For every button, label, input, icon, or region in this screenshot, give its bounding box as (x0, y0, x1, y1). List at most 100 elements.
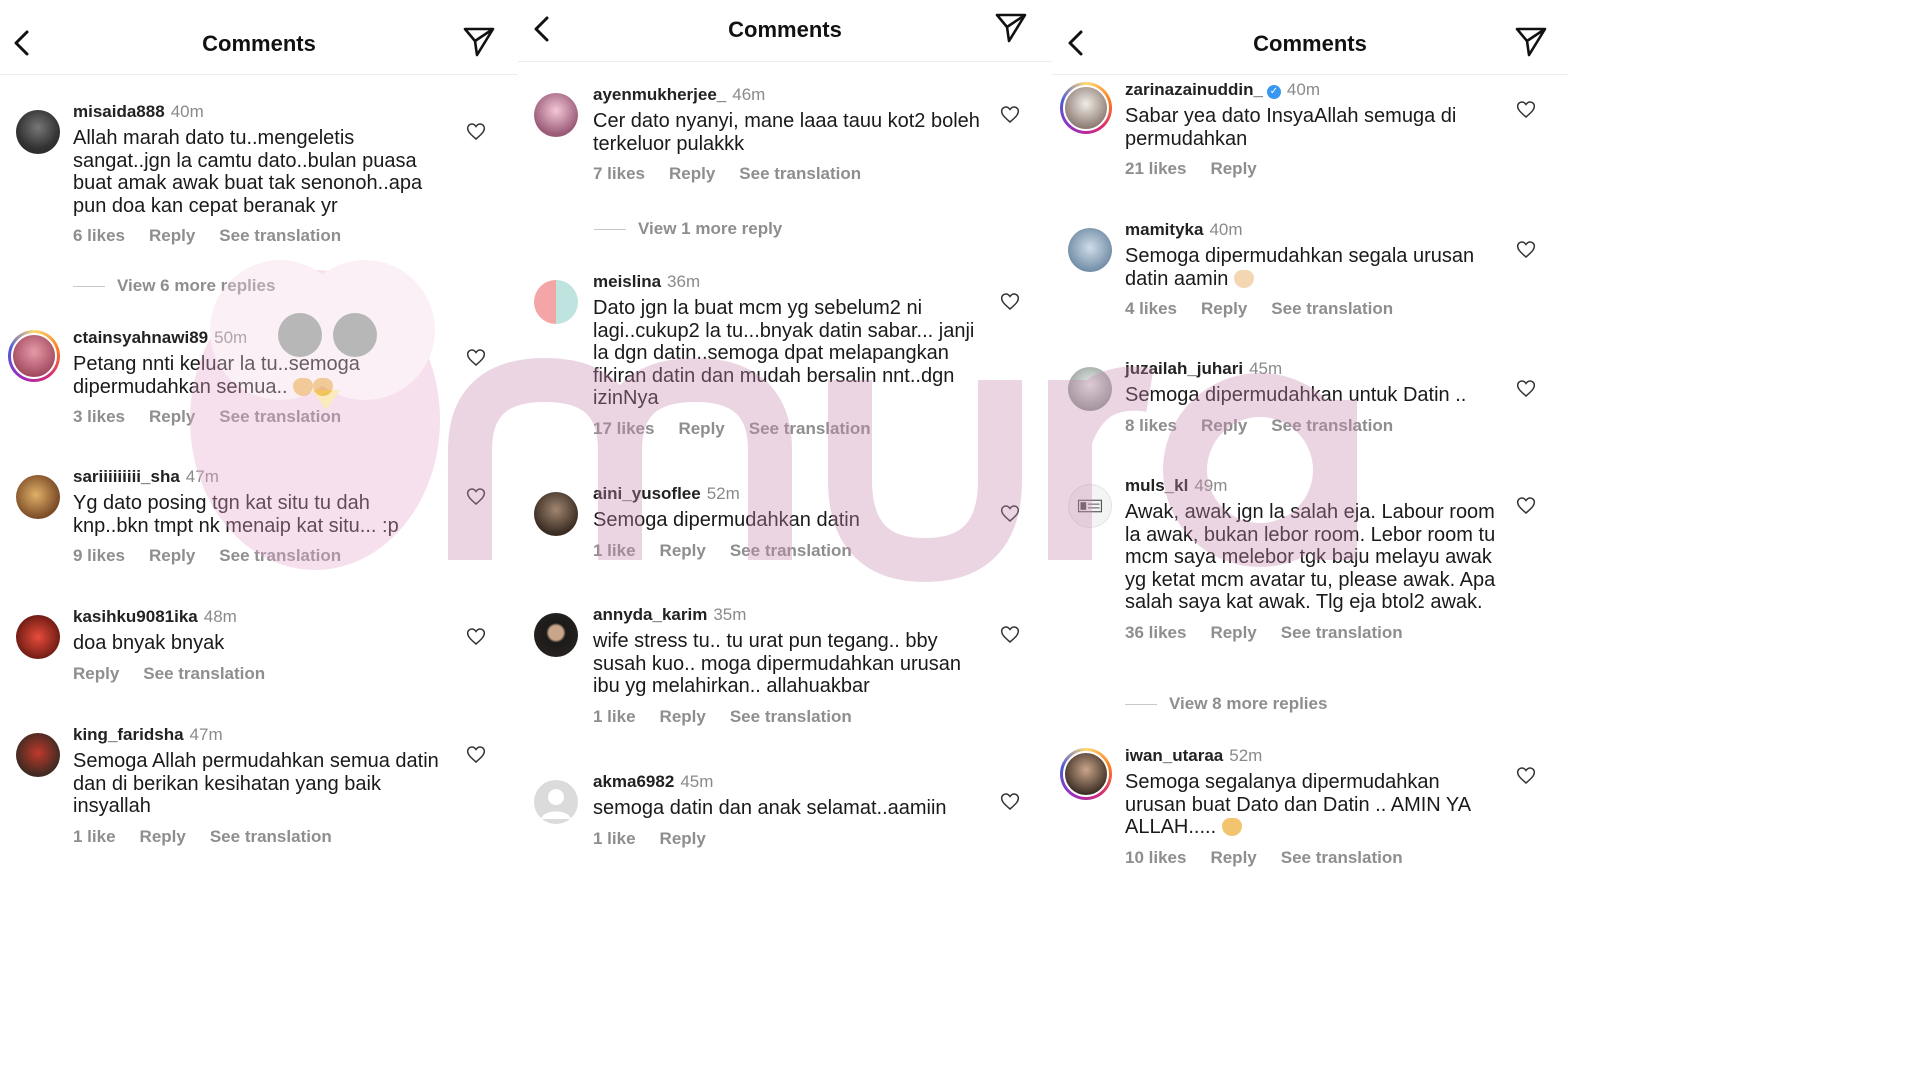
likes-count[interactable]: 1 like (73, 827, 116, 846)
avatar[interactable] (534, 613, 578, 657)
heart-icon[interactable] (1000, 504, 1020, 523)
likes-count[interactable]: 1 like (593, 541, 636, 560)
avatar[interactable] (534, 280, 578, 324)
reply-button[interactable]: Reply (660, 829, 706, 848)
see-translation-button[interactable]: See translation (219, 546, 341, 565)
reply-button[interactable]: Reply (1210, 623, 1256, 642)
send-icon[interactable] (1514, 26, 1548, 58)
heart-icon[interactable] (1000, 292, 1020, 311)
send-icon[interactable] (994, 12, 1028, 44)
reply-button[interactable]: Reply (149, 226, 195, 245)
comment-username[interactable]: meislina (593, 272, 661, 291)
likes-count[interactable]: 6 likes (73, 226, 125, 245)
see-translation-button[interactable]: See translation (143, 664, 265, 683)
see-translation-button[interactable]: See translation (1271, 299, 1393, 318)
heart-icon[interactable] (466, 487, 486, 506)
reply-button[interactable]: Reply (678, 419, 724, 438)
reply-button[interactable]: Reply (660, 707, 706, 726)
comment-username[interactable]: mamityka (1125, 220, 1203, 239)
comment-username[interactable]: sariiiiiiiii_sha (73, 467, 180, 486)
comment-username[interactable]: ctainsyahnawi89 (73, 328, 208, 347)
reply-button[interactable]: Reply (1201, 299, 1247, 318)
comment-username[interactable]: iwan_utaraa (1125, 746, 1223, 765)
avatar[interactable] (534, 780, 578, 824)
likes-count[interactable]: 36 likes (1125, 623, 1186, 642)
likes-count[interactable]: 4 likes (1125, 299, 1177, 318)
reply-button[interactable]: Reply (140, 827, 186, 846)
avatar[interactable] (1068, 228, 1112, 272)
avatar[interactable] (534, 93, 578, 137)
see-translation-button[interactable]: See translation (1281, 848, 1403, 867)
avatar[interactable] (534, 492, 578, 536)
heart-icon[interactable] (466, 627, 486, 646)
page-title: Comments (1253, 31, 1367, 56)
see-translation-button[interactable]: See translation (1281, 623, 1403, 642)
heart-icon[interactable] (1000, 625, 1020, 644)
reply-button[interactable]: Reply (1201, 416, 1247, 435)
see-translation-button[interactable]: See translation (749, 419, 871, 438)
heart-icon[interactable] (1516, 240, 1536, 259)
comment-time: 40m (1209, 220, 1243, 239)
view-more-replies[interactable]: View 1 more reply (594, 219, 782, 239)
reply-button[interactable]: Reply (149, 407, 195, 426)
comment-username[interactable]: king_faridsha (73, 725, 184, 744)
likes-count[interactable]: 8 likes (1125, 416, 1177, 435)
likes-count[interactable]: 1 like (593, 707, 636, 726)
heart-icon[interactable] (1000, 105, 1020, 124)
see-translation-button[interactable]: See translation (219, 226, 341, 245)
see-translation-button[interactable]: See translation (1271, 416, 1393, 435)
see-translation-button[interactable]: See translation (739, 164, 861, 183)
comment-username[interactable]: misaida888 (73, 102, 165, 121)
likes-count[interactable]: 17 likes (593, 419, 654, 438)
comment-username[interactable]: akma6982 (593, 772, 674, 791)
likes-count[interactable]: 3 likes (73, 407, 125, 426)
see-translation-button[interactable]: See translation (730, 707, 852, 726)
see-translation-button[interactable]: See translation (219, 407, 341, 426)
avatar[interactable] (16, 475, 60, 519)
comment-username[interactable]: zarinazainuddin_ (1125, 80, 1263, 99)
heart-icon[interactable] (1516, 496, 1536, 515)
view-more-replies[interactable]: View 8 more replies (1125, 694, 1327, 714)
likes-count[interactable]: 7 likes (593, 164, 645, 183)
heart-icon[interactable] (466, 122, 486, 141)
heart-icon[interactable] (466, 745, 486, 764)
send-icon[interactable] (462, 26, 496, 58)
likes-count[interactable]: 9 likes (73, 546, 125, 565)
heart-icon[interactable] (1516, 379, 1536, 398)
comment-text: Awak, awak jgn la salah eja. Labour room… (1125, 501, 1496, 613)
comment-username[interactable]: ayenmukherjee_ (593, 85, 726, 104)
avatar[interactable] (1068, 484, 1112, 528)
comment-username[interactable]: muls_kl (1125, 476, 1188, 495)
reply-button[interactable]: Reply (669, 164, 715, 183)
reply-button[interactable]: Reply (149, 546, 195, 565)
comment-username[interactable]: juzailah_juhari (1125, 359, 1243, 378)
comment-time: 47m (185, 467, 219, 486)
comment-username[interactable]: annyda_karim (593, 605, 707, 624)
emoji (1221, 818, 1242, 836)
likes-count[interactable]: 1 like (593, 829, 636, 848)
avatar[interactable] (8, 330, 60, 382)
comment-time: 46m (732, 85, 766, 104)
heart-icon[interactable] (1516, 100, 1536, 119)
heart-icon[interactable] (1516, 766, 1536, 785)
see-translation-button[interactable]: See translation (730, 541, 852, 560)
likes-count[interactable]: 21 likes (1125, 159, 1186, 178)
reply-button[interactable]: Reply (660, 541, 706, 560)
comment-username[interactable]: kasihku9081ika (73, 607, 198, 626)
heart-icon[interactable] (466, 348, 486, 367)
reply-button[interactable]: Reply (1210, 848, 1256, 867)
comment-username[interactable]: aini_yusoflee (593, 484, 701, 503)
view-more-replies[interactable]: View 6 more replies (73, 276, 275, 296)
likes-count[interactable]: 10 likes (1125, 848, 1186, 867)
avatar[interactable] (1060, 82, 1112, 134)
avatar[interactable] (1060, 748, 1112, 800)
avatar[interactable] (1068, 367, 1112, 411)
avatar[interactable] (16, 615, 60, 659)
heart-icon[interactable] (1000, 792, 1020, 811)
see-translation-button[interactable]: See translation (210, 827, 332, 846)
reply-button[interactable]: Reply (73, 664, 119, 683)
reply-button[interactable]: Reply (1210, 159, 1256, 178)
avatar[interactable] (16, 110, 60, 154)
comment-time: 45m (1249, 359, 1283, 378)
avatar[interactable] (16, 733, 60, 777)
